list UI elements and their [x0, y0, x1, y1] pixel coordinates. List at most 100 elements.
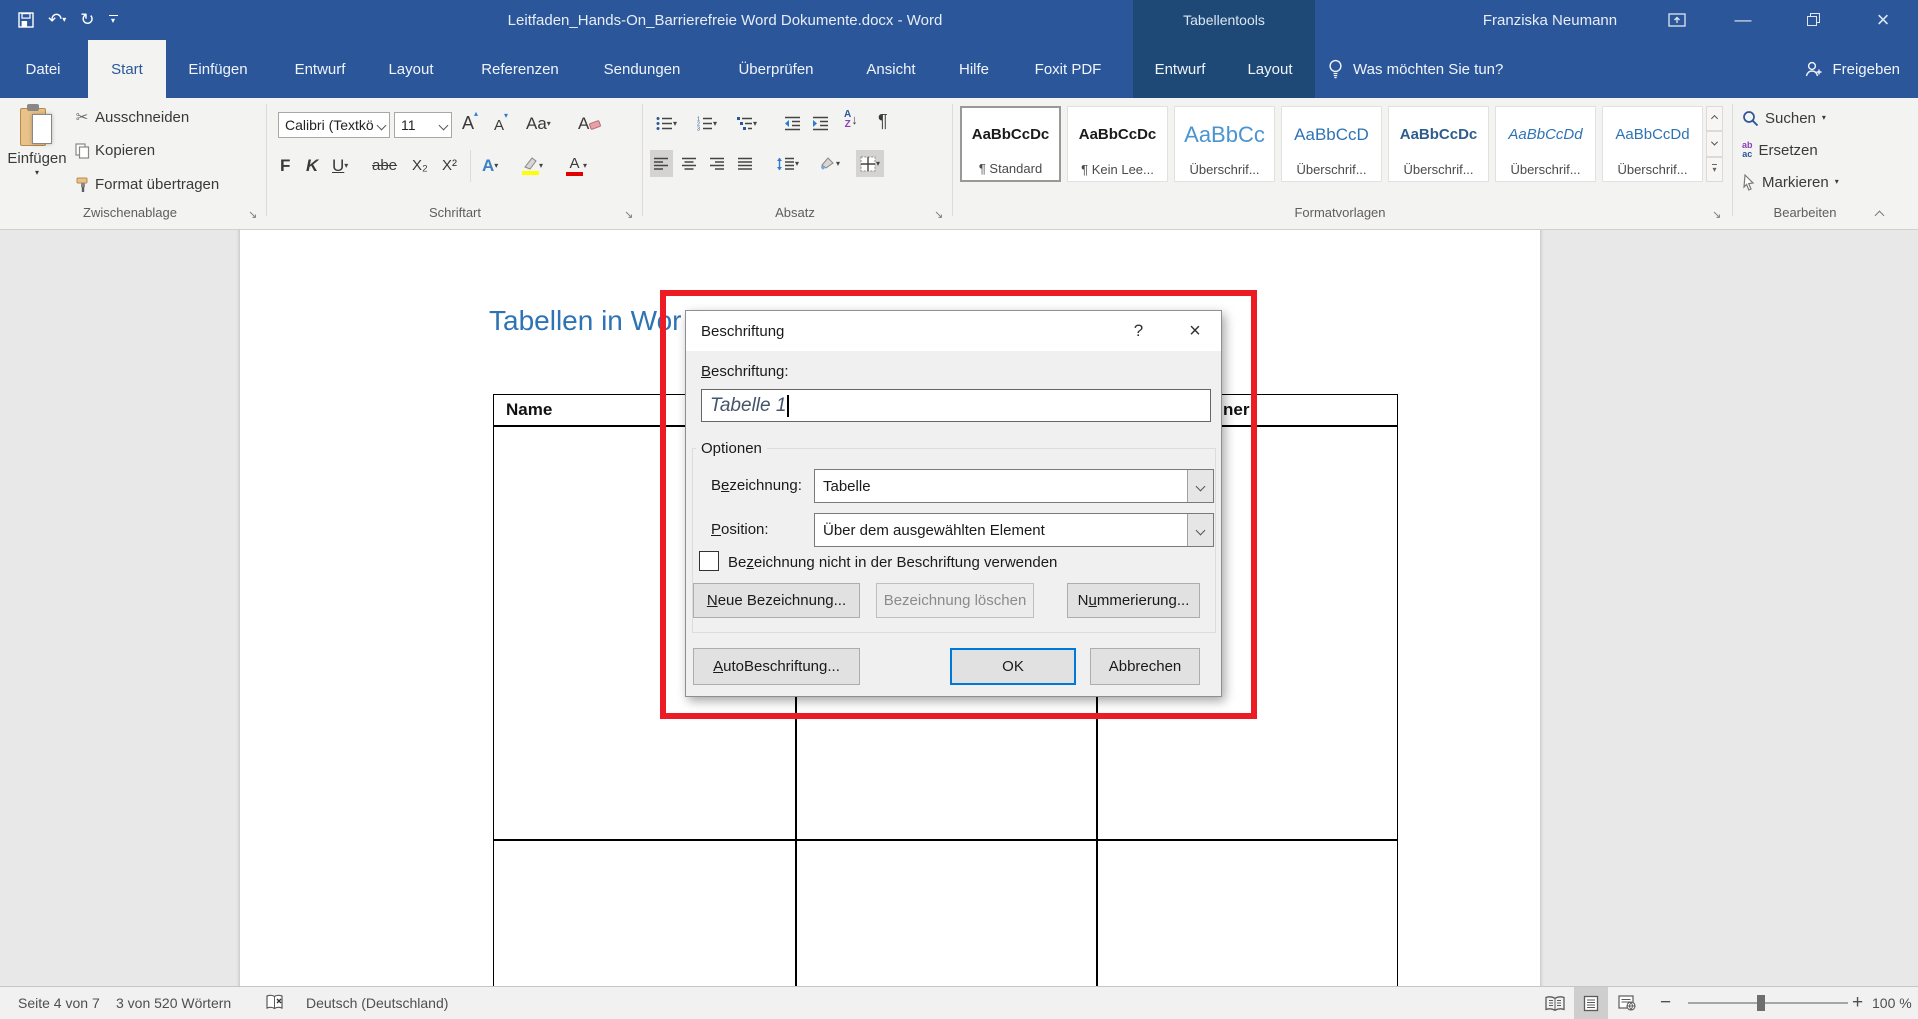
- zoom-slider-thumb[interactable]: [1757, 995, 1765, 1011]
- tab-ansicht[interactable]: Ansicht: [856, 40, 926, 98]
- italic-button[interactable]: K: [302, 152, 322, 179]
- ribbon-display-options-button[interactable]: [1654, 0, 1700, 40]
- tab-tabletools-entwurf[interactable]: Entwurf: [1145, 40, 1215, 98]
- clipboard-dialog-launcher[interactable]: ↘: [248, 208, 257, 221]
- annotation-rectangle: [660, 290, 1257, 719]
- clear-formatting-button[interactable]: A: [574, 110, 605, 137]
- tab-start[interactable]: Start: [88, 40, 166, 98]
- justify-button[interactable]: [734, 150, 757, 177]
- font-color-swatch: [566, 172, 583, 176]
- web-layout-button[interactable]: [1610, 987, 1644, 1019]
- paste-button[interactable]: Einfügen ▾: [8, 106, 66, 214]
- word-count[interactable]: 3 von 520 Wörtern: [116, 987, 231, 1019]
- style-chip-ueberschrift4[interactable]: AaBbCcDd Überschrif...: [1495, 106, 1596, 182]
- cut-button[interactable]: ✂Ausschneiden: [72, 108, 189, 126]
- numbered-list-button[interactable]: 123▾: [692, 110, 721, 137]
- zoom-in-button[interactable]: +: [1852, 987, 1863, 1019]
- scissors-icon: ✂: [72, 108, 92, 126]
- decrease-indent-button[interactable]: [780, 110, 805, 137]
- find-button[interactable]: Suchen▾: [1742, 106, 1826, 130]
- text-effects-button[interactable]: A▾: [478, 152, 502, 179]
- minimize-button[interactable]: —: [1720, 0, 1766, 40]
- increase-indent-button[interactable]: [808, 110, 833, 137]
- replace-button[interactable]: abac Ersetzen: [1742, 138, 1818, 162]
- style-chip-ueberschrift2[interactable]: AaBbCcD Überschrif...: [1281, 106, 1382, 182]
- style-chip-ueberschrift1[interactable]: AaBbCc Überschrif...: [1174, 106, 1275, 182]
- styles-gallery-more-button[interactable]: ▾: [1706, 157, 1723, 182]
- close-button[interactable]: ×: [1860, 0, 1906, 40]
- styles-scroll-up-button[interactable]: [1706, 106, 1723, 131]
- share-button[interactable]: Freigeben: [1804, 40, 1900, 98]
- borders-grid-icon: [860, 156, 876, 172]
- tab-einfuegen[interactable]: Einfügen: [176, 40, 260, 98]
- table-header-name[interactable]: Name: [506, 400, 552, 420]
- font-name-combo[interactable]: Calibri (Textkö: [278, 112, 390, 138]
- show-paragraph-marks-button[interactable]: ¶: [874, 108, 892, 135]
- tab-foxit-pdf[interactable]: Foxit PDF: [1024, 40, 1112, 98]
- read-mode-button[interactable]: [1538, 987, 1572, 1019]
- font-size-combo[interactable]: 11: [394, 112, 452, 138]
- font-dialog-launcher[interactable]: ↘: [624, 208, 633, 221]
- change-case-button[interactable]: Aa▾: [522, 110, 555, 137]
- format-painter-button[interactable]: Format übertragen: [72, 176, 219, 193]
- proofing-status-icon[interactable]: [266, 987, 285, 1019]
- style-chip-standard[interactable]: AaBbCcDc ¶ Standard: [960, 106, 1061, 182]
- bullet-list-button[interactable]: ▾: [652, 110, 681, 137]
- print-layout-button[interactable]: [1574, 987, 1608, 1019]
- sort-button[interactable]: AZ ↓: [840, 106, 862, 133]
- collapse-ribbon-button[interactable]: [1876, 206, 1883, 224]
- multilevel-list-button[interactable]: ▾: [732, 110, 761, 137]
- tab-layout[interactable]: Layout: [380, 40, 442, 98]
- paragraph-dialog-launcher[interactable]: ↘: [934, 208, 943, 221]
- select-button[interactable]: Markieren▾: [1742, 170, 1839, 194]
- highlight-color-button[interactable]: ▾: [518, 152, 547, 179]
- strikethrough-button[interactable]: abe: [368, 152, 401, 179]
- align-center-button[interactable]: [678, 150, 701, 177]
- styles-scroll-down-button[interactable]: [1706, 131, 1723, 156]
- language-indicator[interactable]: Deutsch (Deutschland): [306, 987, 448, 1019]
- signed-in-user[interactable]: Franziska Neumann: [1440, 0, 1660, 40]
- page-indicator[interactable]: Seite 4 von 7: [18, 987, 100, 1019]
- shrink-font-button[interactable]: A▾: [490, 112, 512, 139]
- tell-me-box[interactable]: Was möchten Sie tun?: [1328, 40, 1503, 98]
- copy-button[interactable]: Kopieren: [72, 142, 155, 159]
- zoom-level[interactable]: 100 %: [1872, 987, 1912, 1019]
- font-color-button[interactable]: A▾: [562, 152, 591, 179]
- save-button[interactable]: [18, 12, 34, 28]
- superscript-button[interactable]: X²: [438, 152, 461, 179]
- tab-tabletools-layout[interactable]: Layout: [1239, 40, 1301, 98]
- tab-referenzen[interactable]: Referenzen: [474, 40, 566, 98]
- align-left-button[interactable]: [650, 150, 673, 177]
- document-heading[interactable]: Tabellen in Wor: [489, 305, 685, 337]
- subscript-button[interactable]: X₂: [408, 152, 432, 179]
- borders-button[interactable]: ▾: [856, 150, 884, 177]
- group-label-editing: Bearbeiten: [1740, 205, 1870, 225]
- paste-dropdown-icon[interactable]: ▾: [35, 169, 39, 177]
- shading-button[interactable]: ▾: [814, 150, 844, 177]
- styles-dialog-launcher[interactable]: ↘: [1712, 208, 1721, 221]
- zoom-slider-track[interactable]: [1688, 1002, 1848, 1004]
- redo-button[interactable]: ↻: [80, 10, 94, 30]
- window-title: Leitfaden_Hands-On_Barrierefreie Word Do…: [330, 0, 1120, 40]
- contextual-tools-title: Tabellentools: [1133, 0, 1315, 40]
- underline-button[interactable]: U▾: [328, 152, 352, 179]
- zoom-out-button[interactable]: −: [1660, 987, 1671, 1019]
- style-chip-ueberschrift3[interactable]: AaBbCcDc Überschrif...: [1388, 106, 1489, 182]
- style-chip-kein-leerraum[interactable]: AaBbCcDc ¶ Kein Lee...: [1067, 106, 1168, 182]
- tab-entwurf[interactable]: Entwurf: [282, 40, 358, 98]
- tab-ueberpruefen[interactable]: Überprüfen: [724, 40, 828, 98]
- restore-button[interactable]: [1790, 0, 1836, 40]
- style-chip-ueberschrift5[interactable]: AaBbCcDd Überschrif...: [1602, 106, 1703, 182]
- tab-hilfe[interactable]: Hilfe: [950, 40, 998, 98]
- tab-datei[interactable]: Datei: [14, 40, 72, 98]
- restore-icon: [1807, 14, 1819, 26]
- bold-button[interactable]: F: [276, 152, 294, 179]
- customize-qat-button[interactable]: ▾: [109, 15, 118, 25]
- line-spacing-button[interactable]: ▾: [772, 150, 803, 177]
- tab-sendungen[interactable]: Sendungen: [592, 40, 692, 98]
- undo-button[interactable]: ↶▾: [48, 10, 66, 30]
- sort-arrow-icon: ↓: [851, 112, 858, 127]
- align-right-button[interactable]: [706, 150, 729, 177]
- undo-dropdown-icon[interactable]: ▾: [62, 16, 66, 24]
- grow-font-button[interactable]: A▴: [458, 110, 482, 137]
